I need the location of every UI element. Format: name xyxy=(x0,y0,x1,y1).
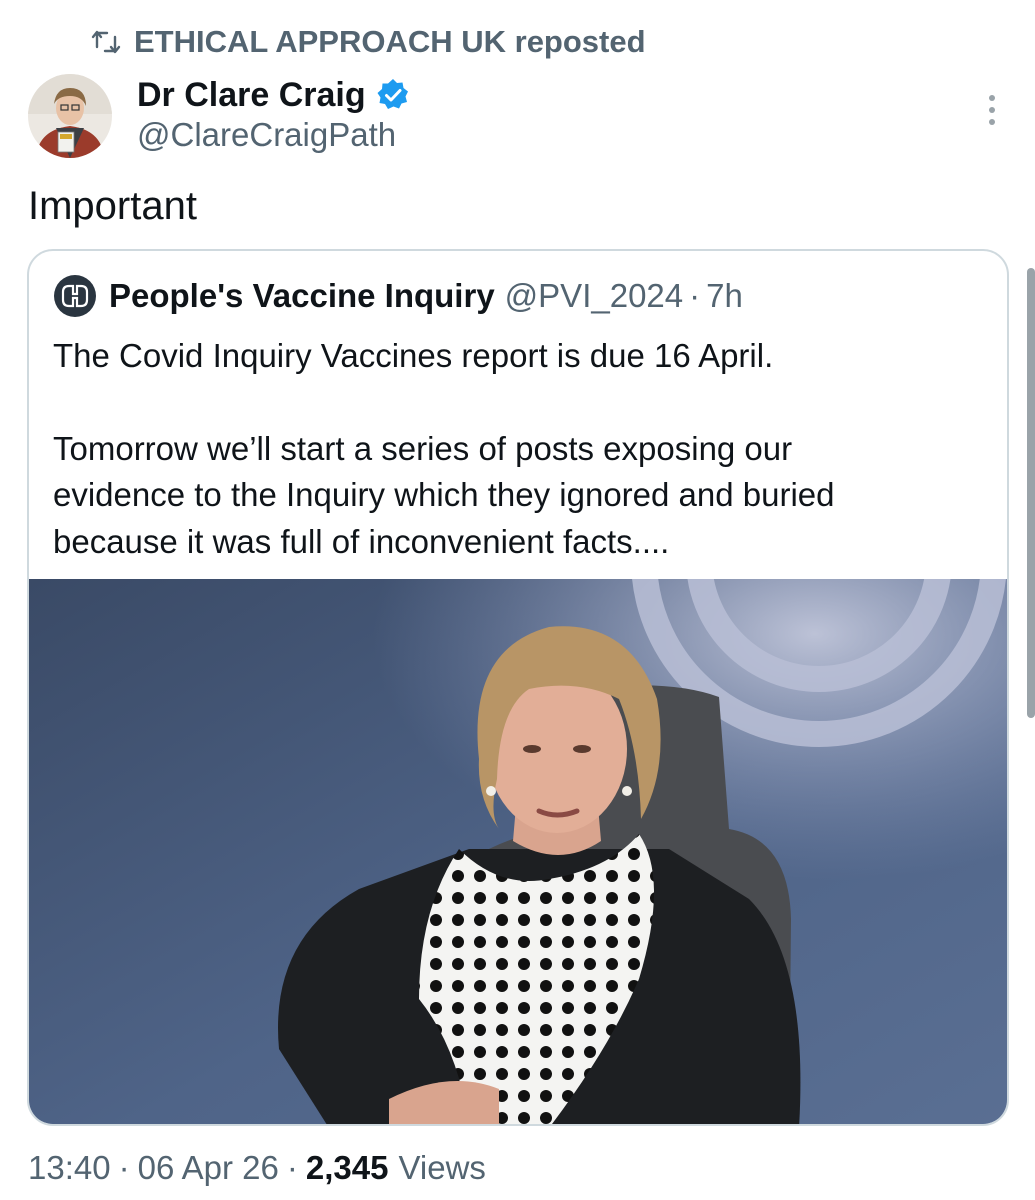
quote-author-handle[interactable]: @PVI_2024 xyxy=(505,277,683,315)
quote-paragraph-2-line-3: because it was full of inconvenient fact… xyxy=(53,522,670,560)
views-label[interactable]: Views xyxy=(398,1149,485,1187)
quote-timestamp[interactable]: 7h xyxy=(706,277,743,315)
tweet-text: Important xyxy=(28,184,197,228)
scrollbar-thumb[interactable] xyxy=(1027,268,1035,718)
repost-label[interactable]: ETHICAL APPROACH UK reposted xyxy=(134,24,646,60)
quote-paragraph-2-line-1: Tomorrow we’ll start a series of posts e… xyxy=(53,429,793,467)
more-options-button[interactable] xyxy=(976,92,1008,132)
quoted-tweet-card[interactable]: People's Vaccine Inquiry @PVI_2024 · 7h … xyxy=(27,249,1009,1126)
quote-header: People's Vaccine Inquiry @PVI_2024 · 7h xyxy=(53,275,743,317)
quote-paragraph-2-line-2: evidence to the Inquiry which they ignor… xyxy=(53,476,835,513)
quote-media-image[interactable] xyxy=(29,579,1007,1124)
verified-badge-icon xyxy=(376,78,410,112)
author-name-row[interactable]: Dr Clare Craig xyxy=(137,72,410,118)
quote-paragraph-1: The Covid Inquiry Vaccines report is due… xyxy=(53,337,774,374)
quote-separator: · xyxy=(689,277,701,314)
avatar[interactable] xyxy=(28,74,112,158)
meta-separator: · xyxy=(118,1149,130,1186)
more-vertical-icon xyxy=(987,93,997,132)
quote-body: The Covid Inquiry Vaccines report is due… xyxy=(53,333,983,565)
meta-separator: · xyxy=(286,1149,298,1186)
views-count[interactable]: 2,345 xyxy=(306,1149,389,1187)
quote-author-name[interactable]: People's Vaccine Inquiry xyxy=(109,277,495,315)
tweet-time[interactable]: 13:40 xyxy=(28,1149,111,1187)
quote-avatar[interactable] xyxy=(53,274,97,318)
repost-header[interactable]: ETHICAL APPROACH UK reposted xyxy=(88,22,646,62)
tweet-meta: 13:40 · 06 Apr 26 · 2,345 Views xyxy=(28,1146,486,1190)
author-handle[interactable]: @ClareCraigPath xyxy=(137,116,396,154)
author-name[interactable]: Dr Clare Craig xyxy=(137,76,366,115)
repost-icon xyxy=(88,24,124,60)
tweet-date[interactable]: 06 Apr 26 xyxy=(138,1149,279,1187)
